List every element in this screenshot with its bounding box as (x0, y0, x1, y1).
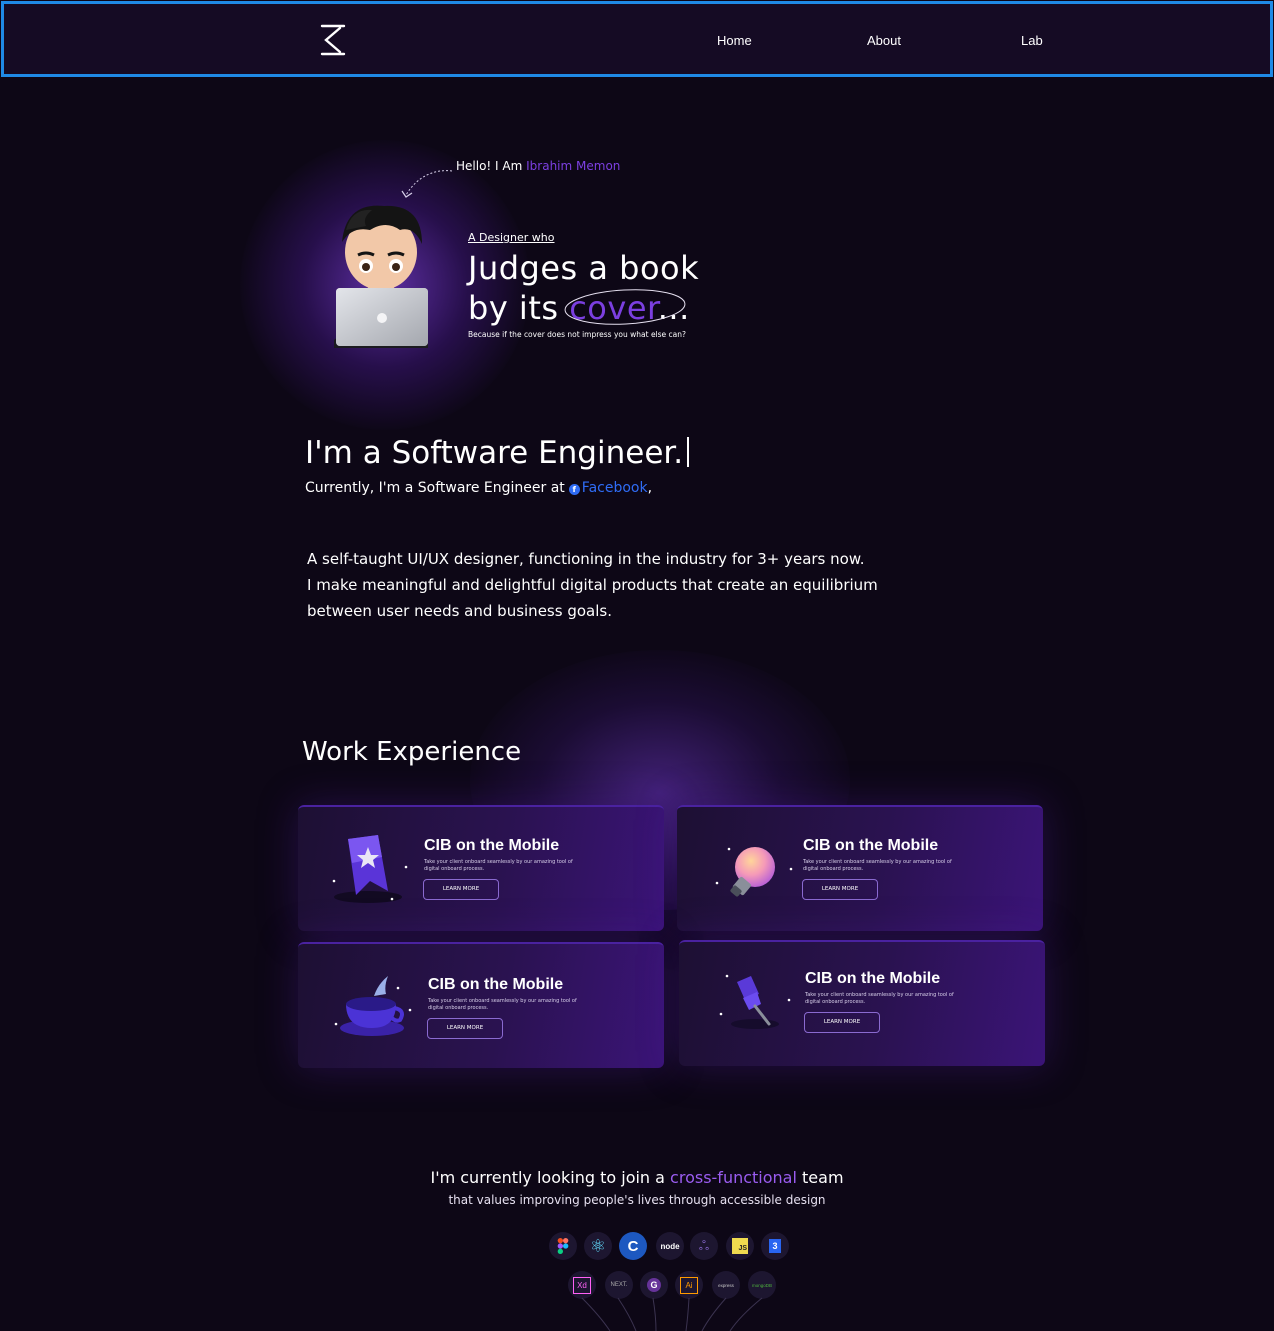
work-card: CIB on the Mobile Take your client onboa… (298, 805, 664, 931)
work-card: CIB on the Mobile Take your client onboa… (679, 940, 1045, 1066)
gatsby-icon: G (640, 1271, 668, 1299)
work-card: CIB on the Mobile Take your client onboa… (677, 805, 1043, 931)
work-card: CIB on the Mobile Take your client onboa… (298, 942, 664, 1068)
adobe-xd-label: Xd (573, 1276, 591, 1294)
role-headline: I'm a Software Engineer. (305, 435, 690, 471)
illustrator-label: Ai (680, 1276, 698, 1294)
react-icon: ⚛ (584, 1232, 612, 1260)
join-suffix: team (802, 1168, 844, 1187)
card-title: CIB on the Mobile (424, 837, 560, 854)
css3-label: 3 (769, 1239, 781, 1253)
c-icon: C (619, 1232, 647, 1260)
bio-line-2: I make meaningful and delightful digital… (307, 576, 878, 594)
top-navbar: Home About Lab (1, 1, 1273, 77)
designer-label: A Designer who (468, 231, 555, 244)
card-description: Take your client onboard seamlessly by o… (803, 859, 952, 872)
nav-home-link[interactable]: Home (717, 33, 752, 48)
bio-paragraph: A self-taught UI/UX designer, functionin… (307, 546, 947, 624)
javascript-icon: JS (726, 1232, 754, 1260)
nav-lab-link[interactable]: Lab (1021, 33, 1043, 48)
current-position: Currently, I'm a Software Engineer at f Fa… (305, 480, 652, 496)
learn-more-button[interactable]: LEARN MORE (427, 1018, 503, 1039)
card-title: CIB on the Mobile (428, 976, 564, 993)
typing-cursor (687, 437, 690, 467)
facebook-icon: f (568, 484, 580, 495)
card-title: CIB on the Mobile (805, 970, 941, 987)
hello-name: Ibrahim Memon (526, 159, 621, 173)
illustrator-icon: Ai (675, 1271, 703, 1299)
bookmark-star-icon (332, 835, 408, 903)
headline-prefix: by its (468, 289, 559, 327)
css3-icon: 3 (761, 1232, 789, 1260)
pin-icon (719, 974, 791, 1029)
hero-tagline: Because if the cover does not impress yo… (468, 330, 687, 339)
node-icon: node (656, 1232, 684, 1260)
card-title: CIB on the Mobile (803, 837, 939, 854)
curved-arrow-icon (401, 170, 453, 198)
figma-icon (549, 1232, 577, 1260)
adobe-xd-icon: Xd (568, 1271, 596, 1299)
redux-icon: ஃ (690, 1232, 718, 1260)
logo-icon[interactable] (320, 24, 346, 56)
javascript-label: JS (732, 1238, 748, 1254)
bio-line-1: A self-taught UI/UX designer, functionin… (307, 550, 865, 568)
mongodb-icon: mongoDB (748, 1271, 776, 1299)
learn-more-button[interactable]: LEARN MORE (423, 879, 499, 900)
nextjs-icon: NEXT. (605, 1271, 633, 1299)
join-prefix: I'm currently looking to join a (430, 1168, 665, 1187)
hello-text: Hello! I Am Ibrahim Memon (456, 159, 620, 173)
card-description: Take your client onboard seamlessly by o… (424, 859, 573, 872)
headline-line-1: Judges a book (468, 249, 700, 287)
bio-line-3: between user needs and business goals. (307, 602, 612, 620)
nav-about-link[interactable]: About (867, 33, 901, 48)
cover-ellipse-icon (564, 289, 686, 325)
join-statement: I'm currently looking to join a cross-fu… (0, 1168, 1274, 1187)
hello-prefix: Hello! I Am (456, 159, 523, 173)
join-subtitle: that values improving people's lives thr… (448, 1193, 826, 1207)
gatsby-label: G (647, 1278, 661, 1292)
card-description: Take your client onboard seamlessly by o… (805, 992, 954, 1005)
current-prefix: Currently, I'm a Software Engineer at (305, 480, 565, 496)
company-link[interactable]: Facebook (582, 480, 648, 496)
express-icon: express (712, 1271, 740, 1299)
learn-more-button[interactable]: LEARN MORE (802, 879, 878, 900)
lightbulb-icon (715, 847, 793, 897)
work-experience-title: Work Experience (302, 737, 522, 767)
learn-more-button[interactable]: LEARN MORE (804, 1012, 880, 1033)
connector-lines (581, 1297, 763, 1331)
avatar-illustration (334, 205, 428, 348)
role-text: I'm a Software Engineer. (305, 435, 684, 471)
join-highlight: cross-functional (670, 1168, 797, 1187)
current-suffix: , (647, 480, 653, 496)
card-description: Take your client onboard seamlessly by o… (428, 998, 577, 1011)
coffee-cup-icon (334, 976, 412, 1036)
